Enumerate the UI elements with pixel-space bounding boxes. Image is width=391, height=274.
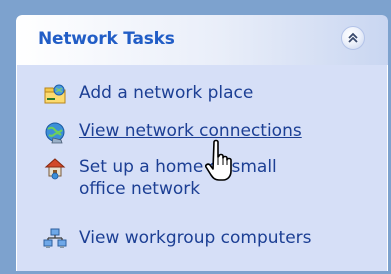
- network-connections-icon: [45, 122, 65, 144]
- panel-body: Add a network place View network connect…: [16, 65, 388, 271]
- task-view-workgroup-computers[interactable]: View workgroup computers: [43, 227, 339, 251]
- task-label[interactable]: View workgroup computers: [79, 227, 339, 249]
- home-network-icon: [44, 158, 66, 180]
- task-set-up-home-network[interactable]: Set up a home or small office network: [43, 156, 314, 200]
- double-chevron-up-icon: [348, 32, 358, 43]
- panel-header[interactable]: Network Tasks: [16, 15, 388, 65]
- hand-pointer-icon: [205, 139, 232, 181]
- task-label[interactable]: Add a network place: [79, 82, 339, 104]
- panel-title: Network Tasks: [38, 29, 175, 49]
- workgroup-computers-icon: [43, 228, 67, 248]
- network-tasks-panel: Network Tasks Add a network place View n…: [16, 15, 388, 271]
- task-label[interactable]: Set up a home or small office network: [79, 156, 314, 200]
- network-place-icon: [44, 84, 66, 104]
- collapse-button[interactable]: [341, 26, 365, 50]
- task-add-network-place[interactable]: Add a network place: [43, 82, 339, 106]
- task-view-network-connections[interactable]: View network connections: [43, 120, 339, 144]
